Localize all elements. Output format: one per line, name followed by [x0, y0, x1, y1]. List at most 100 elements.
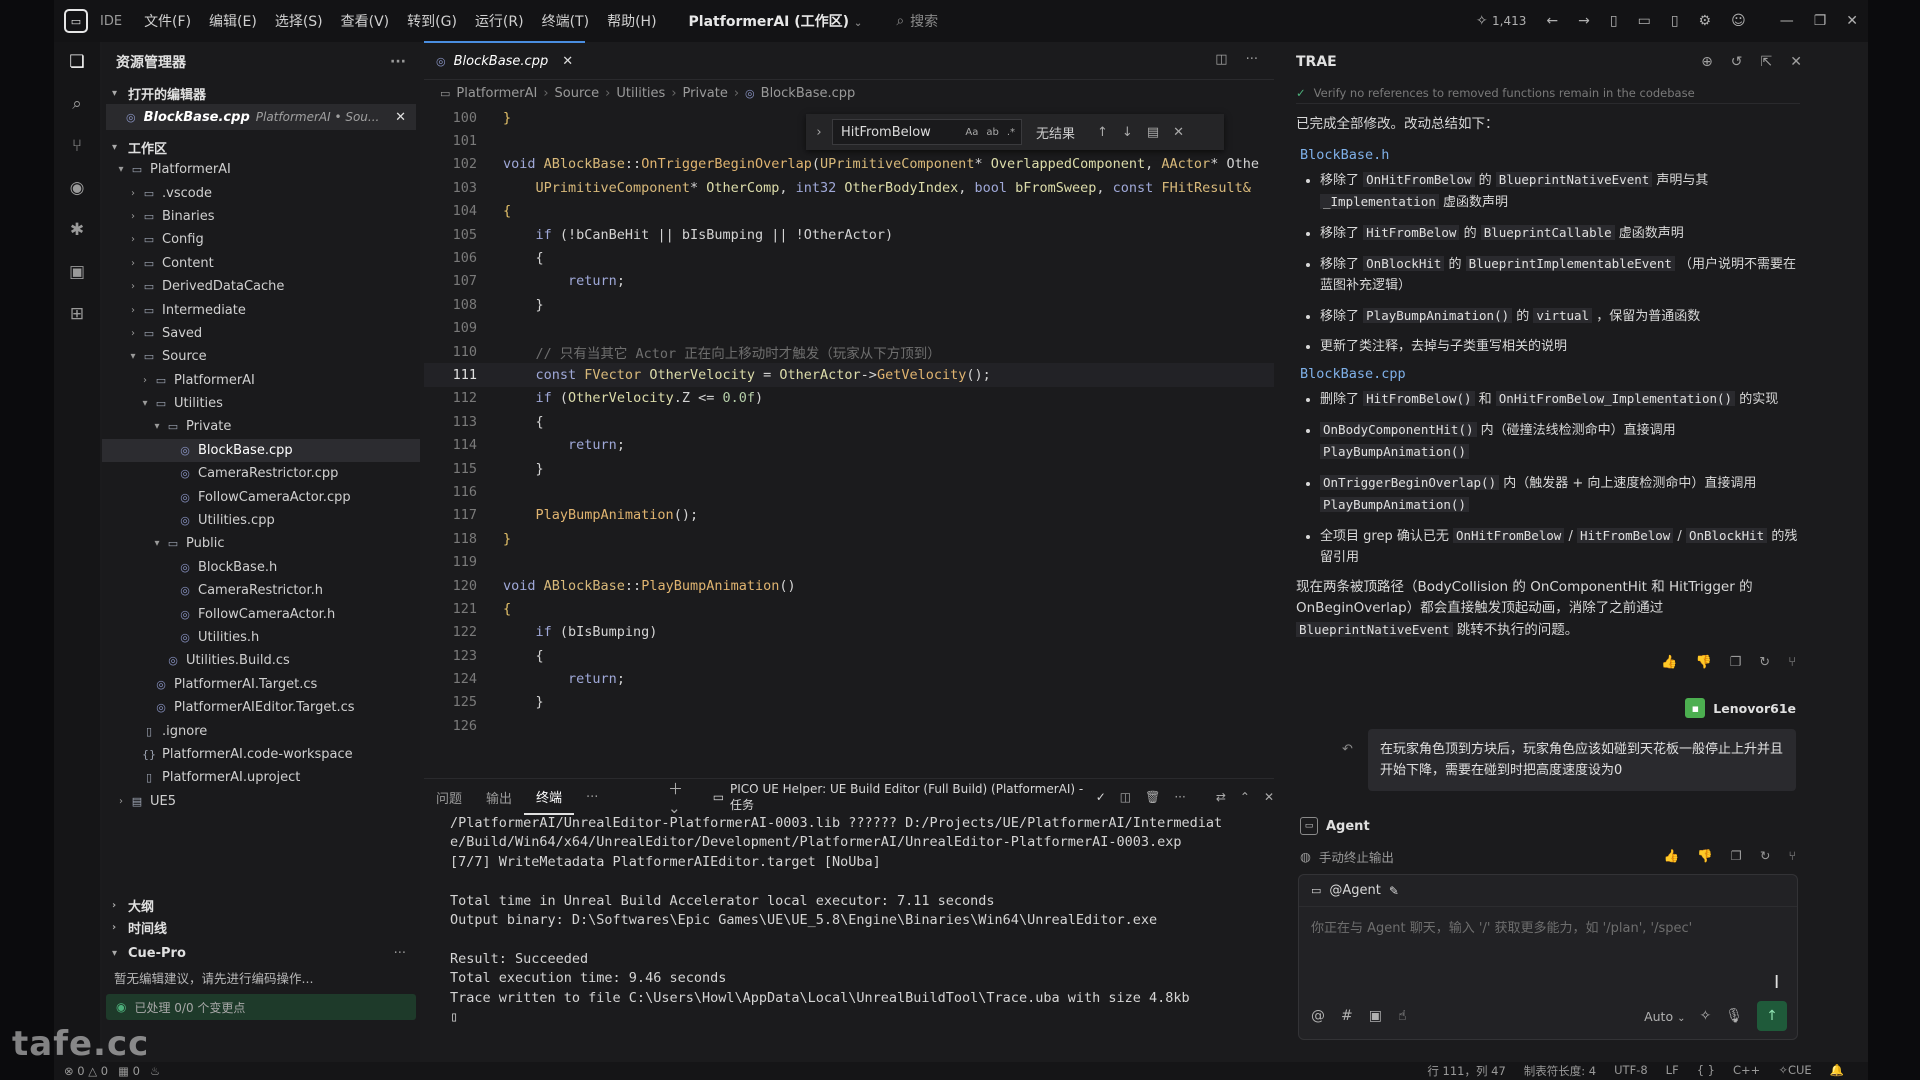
tree-item[interactable]: › ▭ Intermediate	[102, 298, 420, 321]
tree-item[interactable]: ▾ ▭ Private	[102, 415, 420, 438]
new-terminal-icon[interactable]: ＋ ⌄	[668, 778, 699, 817]
panel-more-tabs[interactable]: ···	[574, 779, 610, 815]
more-actions-icon[interactable]: ···	[390, 54, 406, 70]
match-case-icon[interactable]: Aa	[965, 127, 978, 138]
code-line[interactable]: 121 {	[424, 597, 1274, 620]
code-line[interactable]: 119	[424, 550, 1274, 573]
open-editors-section[interactable]: ▾ 打开的编辑器	[102, 82, 420, 104]
language-mode[interactable]: C++	[1733, 1063, 1760, 1079]
tree-item[interactable]: › ▭ Content	[102, 252, 420, 275]
code-line[interactable]: 111 const FVector OtherVelocity = OtherA…	[424, 363, 1274, 387]
tree-item[interactable]: ◎ PlatformerAI.Target.cs	[102, 673, 420, 696]
close-icon[interactable]: ✕	[1173, 125, 1184, 140]
image-upload-icon[interactable]: ▣	[1369, 1008, 1382, 1024]
code-area[interactable]: 100} 101 102 void ABlockBase::OnTriggerBegi…	[424, 106, 1274, 776]
problems-indicator[interactable]: ⊗ 0 △ 0	[64, 1064, 108, 1078]
microphone-icon[interactable]: 🎙	[1725, 1008, 1743, 1024]
split-editor-icon[interactable]: ◫	[1215, 52, 1227, 67]
model-selector[interactable]: Auto ⌄	[1644, 1009, 1685, 1024]
menu-help[interactable]: 帮助(H)	[607, 11, 656, 31]
tree-item[interactable]: › ▭ Config	[102, 228, 420, 251]
thumbs-down-icon[interactable]: 👎	[1695, 655, 1711, 670]
workspace-selector[interactable]: PlatformerAI (工作区) ⌄	[689, 11, 863, 31]
chat-input[interactable]: 你正在与 Agent 聊天，输入 '/' 获取更多能力，如 '/plan', '…	[1299, 907, 1797, 946]
more-actions-icon[interactable]: ···	[1174, 790, 1185, 804]
code-line[interactable]: 106 {	[424, 246, 1274, 269]
tree-item[interactable]: › ▭ Binaries	[102, 205, 420, 228]
code-line[interactable]: 103 UPrimitiveComponent* OtherComp, int3…	[424, 176, 1274, 199]
tree-item[interactable]: › ▭ .vscode	[102, 181, 420, 204]
previous-match-icon[interactable]: ↑	[1097, 125, 1108, 140]
branch-icon[interactable]: ⑂	[1788, 848, 1796, 864]
tree-item[interactable]: ▾ ▭ Source	[102, 345, 420, 368]
code-line[interactable]: 104 {	[424, 200, 1274, 223]
tree-item[interactable]: ◎ Utilities.Build.cs	[102, 649, 420, 672]
pointer-icon[interactable]: ☝	[1398, 1008, 1407, 1024]
terminal-output[interactable]: /PlatformerAI/UnrealEditor-PlatformerAI-…	[424, 815, 1274, 1028]
tree-item[interactable]: › ▭ DerivedDataCache	[102, 275, 420, 298]
breadcrumb-item[interactable]: Utilities	[616, 86, 665, 101]
tree-item[interactable]: ▯ .ignore	[102, 719, 420, 742]
toggle-replace-icon[interactable]: ›	[806, 125, 832, 140]
cue-status-item[interactable]: ✧CUE	[1778, 1063, 1811, 1079]
more-actions-icon[interactable]: ···	[394, 946, 406, 961]
extensions-icon[interactable]: ⊞	[70, 304, 84, 324]
bell-icon[interactable]: 🔔	[1830, 1063, 1844, 1079]
code-line[interactable]: 118}	[424, 527, 1274, 550]
code-line[interactable]: 107 return;	[424, 270, 1274, 293]
code-line[interactable]: 126	[424, 714, 1274, 737]
menu-selection[interactable]: 选择(S)	[275, 11, 323, 31]
agent-selector[interactable]: ▭ @Agent ✎	[1299, 875, 1797, 907]
forward-arrow-icon[interactable]: →	[1578, 13, 1590, 29]
copy-icon[interactable]: ❐	[1730, 655, 1742, 670]
thumbs-down-icon[interactable]: 👎	[1697, 848, 1713, 864]
breadcrumb-item[interactable]: Source	[555, 86, 600, 101]
tree-item[interactable]: › ▭ PlatformerAI	[102, 369, 420, 392]
tree-item[interactable]: ◎ Utilities.cpp	[102, 509, 420, 532]
thumbs-up-icon[interactable]: 👍	[1664, 848, 1680, 864]
breadcrumb-item[interactable]: BlockBase.cpp	[761, 86, 856, 101]
account-icon[interactable]: ☺	[1731, 13, 1746, 29]
command-search[interactable]: ⌕ 搜索	[896, 11, 938, 31]
close-icon[interactable]: ✕	[395, 110, 406, 125]
ports-icon[interactable]: ▦ 0	[118, 1064, 140, 1078]
toggle-panel-icon[interactable]: ▭	[1638, 13, 1651, 29]
outline-section[interactable]: › 大纲	[102, 894, 420, 916]
open-external-icon[interactable]: ⇱	[1761, 54, 1773, 70]
cue-section[interactable]: ▾ Cue-Pro ···	[102, 942, 420, 964]
timeline-section[interactable]: › 时间线	[102, 916, 420, 938]
code-line[interactable]: 115 }	[424, 457, 1274, 480]
tree-item[interactable]: ◎ BlockBase.cpp	[102, 438, 420, 463]
flame-icon[interactable]: ♨	[150, 1064, 160, 1078]
code-line[interactable]: 114 return;	[424, 433, 1274, 456]
code-line[interactable]: 105 if (!bCanBeHit || bIsBumping || !Oth…	[424, 223, 1274, 246]
toggle-sidebar-icon[interactable]: ▯	[1610, 13, 1618, 29]
back-arrow-icon[interactable]: ←	[1546, 13, 1558, 29]
tree-item[interactable]: {} PlatformerAI.code-workspace	[102, 743, 420, 766]
indentation[interactable]: 制表符长度: 4	[1524, 1063, 1596, 1079]
encoding[interactable]: UTF-8	[1614, 1063, 1648, 1079]
menu-edit[interactable]: 编辑(E)	[209, 11, 257, 31]
tree-item[interactable]: ▾ ▭ Public	[102, 532, 420, 555]
trash-icon[interactable]: 🗑	[1145, 790, 1160, 804]
sparkle-icon[interactable]: ✧	[1699, 1008, 1711, 1024]
code-line[interactable]: 112 if (OtherVelocity.Z <= 0.0f)	[424, 387, 1274, 410]
code-line[interactable]: 123 {	[424, 644, 1274, 667]
branch-icon[interactable]: ⑂	[1788, 655, 1796, 670]
close-window-icon[interactable]: ✕	[1846, 13, 1858, 29]
regenerate-icon[interactable]: ↻	[1759, 655, 1770, 670]
explorer-icon[interactable]: ❏	[69, 52, 84, 72]
menu-run[interactable]: 运行(R)	[475, 11, 524, 31]
close-icon[interactable]: ✕	[1790, 54, 1802, 70]
new-chat-icon[interactable]: ⊕	[1701, 54, 1713, 70]
tree-item[interactable]: › ▭ Saved	[102, 322, 420, 345]
code-line[interactable]: 113 {	[424, 410, 1274, 433]
regenerate-icon[interactable]: ↻	[1760, 848, 1770, 864]
code-line[interactable]: 125 }	[424, 691, 1274, 714]
search-view-icon[interactable]: ⌕	[72, 94, 82, 114]
code-line[interactable]: 110 // 只有当其它 Actor 正在向上移动时才触发（玩家从下方顶到）	[424, 340, 1274, 363]
code-line[interactable]: 109	[424, 317, 1274, 340]
line-ending[interactable]: LF	[1666, 1063, 1679, 1079]
find-input[interactable]: HitFromBelow Aa ab .*	[832, 119, 1022, 145]
more-actions-icon[interactable]: ···	[1246, 52, 1258, 67]
